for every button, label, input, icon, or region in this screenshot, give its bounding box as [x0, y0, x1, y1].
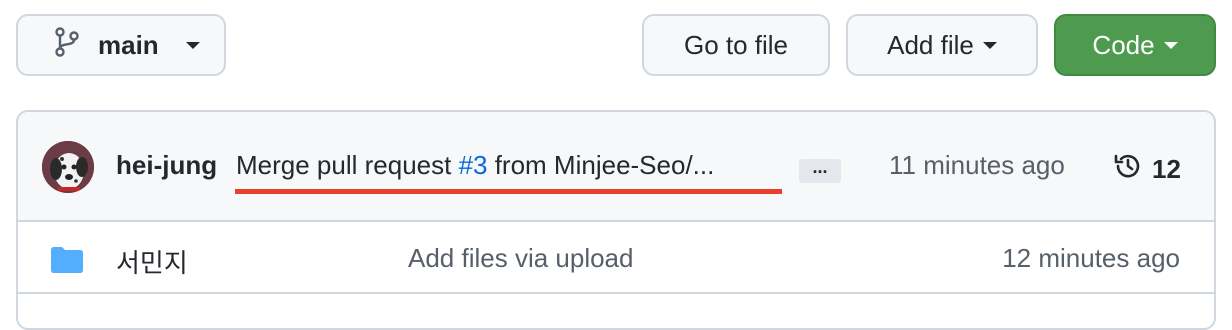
file-browser: hei-jung Merge pull request #3 from Minj…: [16, 110, 1216, 330]
avatar[interactable]: [42, 141, 94, 193]
file-commit-message-link[interactable]: Add files via upload: [408, 243, 633, 274]
commit-count: 12: [1152, 154, 1181, 184]
history-icon: [1112, 150, 1152, 189]
expand-commit-message-button[interactable]: ...: [799, 158, 841, 183]
chevron-down-icon: [185, 41, 200, 49]
branch-label: main: [98, 29, 159, 60]
commit-time[interactable]: 11 minutes ago: [889, 150, 1065, 181]
chevron-down-icon: [982, 41, 997, 49]
go-to-file-label: Go to file: [683, 29, 789, 60]
add-file-label: Add file: [887, 29, 974, 60]
chevron-down-icon: [1163, 41, 1178, 49]
git-branch-icon: [54, 26, 80, 64]
annotation-underline: [235, 189, 782, 194]
add-file-button[interactable]: Add file: [846, 14, 1038, 76]
go-to-file-button[interactable]: Go to file: [642, 14, 830, 76]
pull-request-link[interactable]: #3: [459, 150, 488, 180]
latest-commit-bar: hei-jung Merge pull request #3 from Minj…: [18, 112, 1214, 222]
file-commit-time: 12 minutes ago: [1002, 243, 1180, 273]
commit-message-suffix: from Minjee-Seo/...: [487, 150, 715, 180]
folder-icon: [50, 246, 84, 279]
commit-message-prefix: Merge pull request: [236, 150, 459, 180]
commit-author-link[interactable]: hei-jung: [116, 150, 217, 181]
commit-message-link[interactable]: Merge pull request #3 from Minjee-Seo/..…: [236, 150, 714, 181]
file-name-link[interactable]: 서민지: [116, 243, 188, 280]
branch-select-button[interactable]: main: [16, 14, 226, 76]
code-label: Code: [1092, 29, 1155, 60]
code-button[interactable]: Code: [1054, 14, 1216, 76]
commit-history-link[interactable]: 12: [1112, 150, 1181, 189]
table-row: 서민지 Add files via upload 12 minutes ago: [18, 222, 1214, 294]
